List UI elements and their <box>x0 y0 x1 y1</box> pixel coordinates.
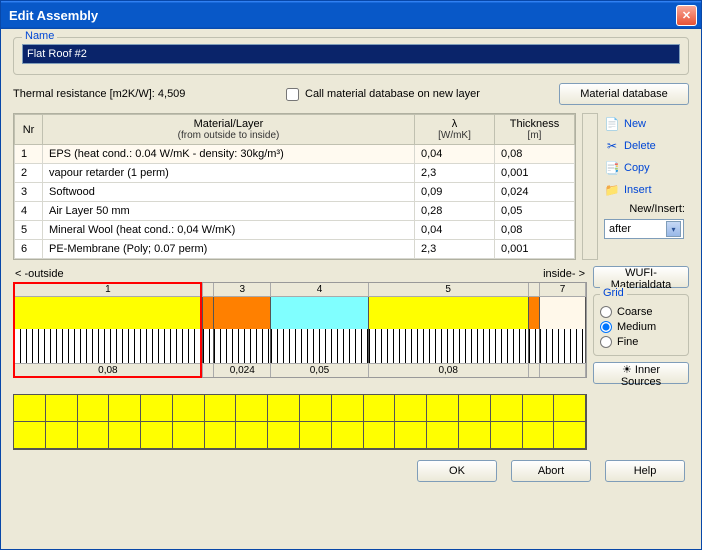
cell-lambda[interactable]: 0,04 <box>415 145 495 164</box>
grid-radio[interactable] <box>600 306 612 318</box>
delete-action[interactable]: ✂Delete <box>604 137 689 155</box>
new-action[interactable]: 📄New <box>604 115 689 133</box>
abort-button[interactable]: Abort <box>511 460 591 482</box>
wufi-materialdata-button[interactable]: WUFI-Materialdata <box>593 266 689 288</box>
material-database-button[interactable]: Material database <box>559 83 689 105</box>
cell-thickness[interactable]: 0,001 <box>495 240 575 259</box>
cell-lambda[interactable]: 0,28 <box>415 202 495 221</box>
cell-nr[interactable]: 3 <box>15 183 43 202</box>
inside-label: inside- > <box>543 268 585 280</box>
cell-thickness[interactable]: 0,05 <box>495 202 575 221</box>
col-material[interactable]: Material/Layer(from outside to inside) <box>43 115 415 145</box>
thermal-label: Thermal resistance [m2K/W]: <box>13 88 155 100</box>
cell-thickness[interactable]: 0,08 <box>495 145 575 164</box>
cell-thickness[interactable]: 0,001 <box>495 164 575 183</box>
grid-radio[interactable] <box>600 336 612 348</box>
new-insert-combo[interactable]: after▾ <box>604 219 684 239</box>
thermal-value: 4,509 <box>158 88 186 100</box>
cell-nr[interactable]: 1 <box>15 145 43 164</box>
call-db-label: Call material database on new layer <box>305 88 480 100</box>
sun-icon: ☀ <box>622 364 632 376</box>
table-row[interactable]: 5Mineral Wool (heat cond.: 0,04 W/mK)0,0… <box>15 221 575 240</box>
close-icon: ✕ <box>682 9 691 22</box>
cell-lambda[interactable]: 0,04 <box>415 221 495 240</box>
cell-material[interactable]: Softwood <box>43 183 415 202</box>
cell-thickness[interactable]: 0,08 <box>495 221 575 240</box>
table-row[interactable]: 1EPS (heat cond.: 0.04 W/mK - density: 3… <box>15 145 575 164</box>
table-row[interactable]: 4Air Layer 50 mm0,280,05 <box>15 202 575 221</box>
name-label: Name <box>22 30 57 42</box>
table-row[interactable]: 2vapour retarder (1 perm)2,30,001 <box>15 164 575 183</box>
cell-material[interactable]: vapour retarder (1 perm) <box>43 164 415 183</box>
titlebar[interactable]: Edit Assembly ✕ <box>1 1 701 29</box>
layer-visualization[interactable]: 13457 0,080,0240,050,08 <box>13 282 587 378</box>
cell-thickness[interactable]: 0,024 <box>495 183 575 202</box>
close-button[interactable]: ✕ <box>676 5 697 26</box>
inner-sources-button[interactable]: ☀ Inner Sources <box>593 362 689 384</box>
col-thickness[interactable]: Thickness[m] <box>495 115 575 145</box>
cell-lambda[interactable]: 0,09 <box>415 183 495 202</box>
ok-button[interactable]: OK <box>417 460 497 482</box>
new-insert-label: New/Insert: <box>604 203 689 215</box>
new-icon: 📄 <box>604 116 620 132</box>
grid-option-medium[interactable]: Medium <box>600 321 682 333</box>
delete-icon: ✂ <box>604 138 620 154</box>
table-scrollbar[interactable] <box>582 113 598 260</box>
cell-material[interactable]: PE-Membrane (Poly; 0.07 perm) <box>43 240 415 259</box>
cell-material[interactable]: EPS (heat cond.: 0.04 W/mK - density: 30… <box>43 145 415 164</box>
table-row[interactable]: 6PE-Membrane (Poly; 0.07 perm)2,30,001 <box>15 240 575 259</box>
name-fieldset: Name <box>13 37 689 75</box>
grid-option-coarse[interactable]: Coarse <box>600 306 682 318</box>
layers-table: Nr Material/Layer(from outside to inside… <box>13 113 576 260</box>
insert-action[interactable]: 📁Insert <box>604 181 689 199</box>
chevron-down-icon: ▾ <box>666 221 681 237</box>
help-button[interactable]: Help <box>605 460 685 482</box>
assembly-name-input[interactable] <box>22 44 680 64</box>
call-db-checkbox[interactable] <box>286 88 299 101</box>
grid-group: Grid CoarseMediumFine <box>593 294 689 356</box>
grid-option-fine[interactable]: Fine <box>600 336 682 348</box>
copy-icon: 📑 <box>604 160 620 176</box>
dialog-window: Edit Assembly ✕ Name Thermal resistance … <box>0 0 702 550</box>
cell-material[interactable]: Mineral Wool (heat cond.: 0,04 W/mK) <box>43 221 415 240</box>
call-db-checkbox-wrap[interactable]: Call material database on new layer <box>286 88 547 101</box>
col-nr[interactable]: Nr <box>15 115 43 145</box>
cell-nr[interactable]: 6 <box>15 240 43 259</box>
copy-action[interactable]: 📑Copy <box>604 159 689 177</box>
table-row[interactable]: 3Softwood0,090,024 <box>15 183 575 202</box>
cell-nr[interactable]: 4 <box>15 202 43 221</box>
cell-lambda[interactable]: 2,3 <box>415 240 495 259</box>
side-actions: 📄New ✂Delete 📑Copy 📁Insert New/Insert: a… <box>604 113 689 260</box>
cell-lambda[interactable]: 2,3 <box>415 164 495 183</box>
insert-icon: 📁 <box>604 182 620 198</box>
grid-radio[interactable] <box>600 321 612 333</box>
cell-nr[interactable]: 2 <box>15 164 43 183</box>
col-lambda[interactable]: λ[W/mK] <box>415 115 495 145</box>
grid-legend: Grid <box>600 287 627 299</box>
cell-material[interactable]: Air Layer 50 mm <box>43 202 415 221</box>
grid-visualization[interactable] <box>13 394 587 450</box>
cell-nr[interactable]: 5 <box>15 221 43 240</box>
thermal-resistance: Thermal resistance [m2K/W]: 4,509 <box>13 88 274 100</box>
window-title: Edit Assembly <box>9 8 676 23</box>
outside-label: < -outside <box>15 268 64 280</box>
